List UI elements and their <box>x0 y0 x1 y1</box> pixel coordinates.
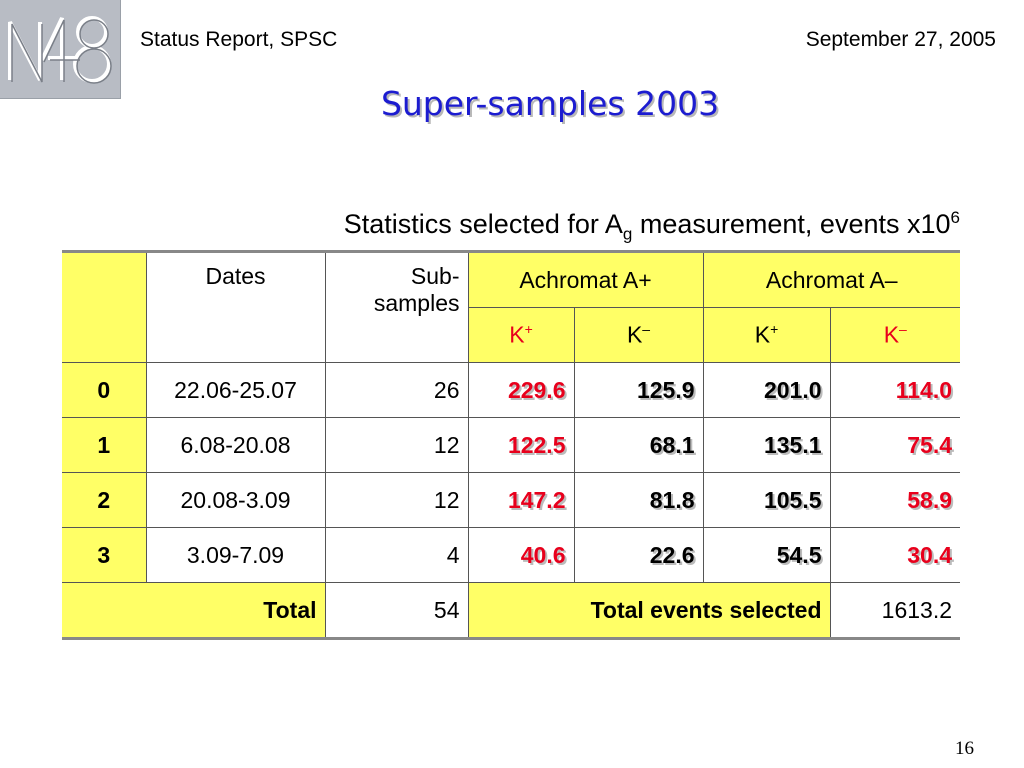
row-subsamples: 12 <box>324 472 469 528</box>
header-date: September 27, 2005 <box>805 28 996 51</box>
total-label: Total <box>62 582 326 640</box>
caption-subscript: g <box>622 224 633 244</box>
table-caption: Statistics selected for Ag measurement, … <box>344 208 960 244</box>
row-subsamples: 26 <box>324 362 469 418</box>
row-dates: 22.06-25.07 <box>145 362 326 418</box>
statistics-table: Dates Sub-samples Achromat A+ Achromat A… <box>62 250 961 640</box>
row-a-plus-k-plus: 147.2 <box>467 472 575 528</box>
row-a-minus-k-minus: 58.9 <box>829 472 961 528</box>
header-dates: Dates <box>145 250 326 363</box>
row-id: 3 <box>62 527 147 583</box>
header-k-plus-a-plus: K+ <box>468 307 575 363</box>
caption-middle: measurement, events x10 <box>632 209 951 239</box>
row-a-minus-k-plus: 201.0 <box>702 362 831 418</box>
header-k-minus-a-minus: K– <box>829 307 961 363</box>
header-corner-cell <box>62 250 147 363</box>
row-a-plus-k-plus: 122.5 <box>467 417 575 473</box>
row-a-minus-k-minus: 75.4 <box>829 417 961 473</box>
total-subsamples: 54 <box>324 582 469 640</box>
header-achromat-plus: Achromat A+ <box>467 250 704 308</box>
row-a-minus-k-plus: 54.5 <box>702 527 831 583</box>
row-a-minus-k-plus: 105.5 <box>702 472 831 528</box>
row-a-plus-k-plus: 229.6 <box>467 362 575 418</box>
table-row: 3 3.09-7.09 4 40.6 22.6 54.5 30.4 <box>62 527 961 583</box>
row-dates: 6.08-20.08 <box>145 417 326 473</box>
row-a-plus-k-minus: 125.9 <box>573 362 704 418</box>
header-row-1: Dates Sub-samples Achromat A+ Achromat A… <box>62 250 961 363</box>
caption-prefix: Statistics selected for A <box>343 209 623 239</box>
page-number: 16 <box>955 738 974 759</box>
header-report-name: Status Report, SPSC <box>140 28 338 51</box>
header-k-plus-a-minus: K+ <box>702 307 831 363</box>
header-k-minus-a-plus: K– <box>573 307 704 363</box>
row-a-minus-k-minus: 30.4 <box>829 527 961 583</box>
table-row: 2 20.08-3.09 12 147.2 81.8 105.5 58.9 <box>62 472 961 528</box>
row-a-minus-k-plus: 135.1 <box>702 417 831 473</box>
row-a-plus-k-minus: 81.8 <box>573 472 704 528</box>
caption-superscript: 6 <box>950 208 960 227</box>
row-id: 0 <box>62 362 147 418</box>
total-row: Total 54 Total events selected 1613.2 <box>62 582 961 640</box>
row-a-plus-k-minus: 68.1 <box>573 417 704 473</box>
slide-title: Super-samples 2003 <box>380 84 720 123</box>
total-events-label: Total events selected <box>467 582 831 640</box>
header-achromat-minus: Achromat A– <box>702 250 961 308</box>
table-row: 0 22.06-25.07 26 229.6 125.9 201.0 114.0 <box>62 362 961 418</box>
row-subsamples: 12 <box>324 417 469 473</box>
total-events-value: 1613.2 <box>829 582 961 640</box>
row-id: 1 <box>62 417 147 473</box>
row-subsamples: 4 <box>324 527 469 583</box>
row-id: 2 <box>62 472 147 528</box>
row-dates: 3.09-7.09 <box>145 527 326 583</box>
header-subsamples: Sub-samples <box>324 250 469 363</box>
row-a-minus-k-minus: 114.0 <box>829 362 961 418</box>
row-a-plus-k-minus: 22.6 <box>573 527 704 583</box>
table-row: 1 6.08-20.08 12 122.5 68.1 135.1 75.4 <box>62 417 961 473</box>
row-dates: 20.08-3.09 <box>145 472 326 528</box>
row-a-plus-k-plus: 40.6 <box>467 527 575 583</box>
